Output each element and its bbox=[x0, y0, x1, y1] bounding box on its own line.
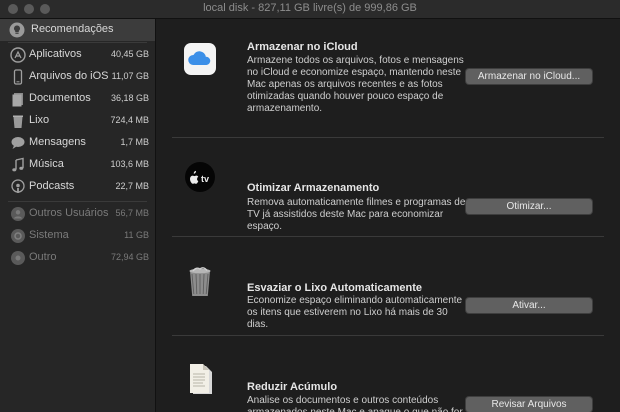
sidebar-item-size: 724,4 MB bbox=[110, 115, 149, 125]
review-files-button[interactable]: Revisar Arquivos bbox=[466, 397, 592, 412]
sidebar-item-system[interactable]: Sistema 11 GB bbox=[0, 225, 155, 247]
recommendations-panel: Armazenar no iCloud Armazene todos os ar… bbox=[156, 19, 620, 412]
sidebar-item-trash[interactable]: Lixo 724,4 MB bbox=[0, 110, 155, 132]
sidebar-item-size: 56,7 MB bbox=[115, 208, 149, 218]
sidebar-item-messages[interactable]: Mensagens 1,7 MB bbox=[0, 132, 155, 154]
recommendation-optimize: tv Otimizar Armazenamento Remova automat… bbox=[172, 138, 604, 236]
sidebar-item-label: Podcasts bbox=[29, 180, 75, 192]
recommendation-reduce-clutter: Reduzir Acúmulo Analise os documentos e … bbox=[172, 336, 604, 412]
sidebar-item-other[interactable]: Outro 72,94 GB bbox=[0, 247, 155, 269]
recommendation-title: Otimizar Armazenamento bbox=[247, 182, 380, 194]
recommendation-icloud: Armazenar no iCloud Armazene todos os ar… bbox=[172, 19, 604, 137]
sidebar-divider bbox=[8, 201, 147, 202]
recommendation-description: Economize espaço eliminando automaticame… bbox=[247, 295, 463, 330]
phone-icon bbox=[13, 69, 23, 85]
sidebar-item-label: Recomendações bbox=[31, 23, 114, 35]
users-icon bbox=[11, 207, 25, 221]
speech-bubble-icon bbox=[11, 137, 25, 149]
sidebar-item-size: 22,7 MB bbox=[115, 181, 149, 191]
sidebar-item-label: Mensagens bbox=[29, 136, 86, 148]
app-store-icon bbox=[10, 47, 26, 63]
document-icon bbox=[12, 93, 23, 107]
store-in-icloud-button[interactable]: Armazenar no iCloud... bbox=[466, 69, 592, 84]
sidebar-item-size: 36,18 GB bbox=[110, 93, 149, 103]
lightbulb-icon bbox=[9, 22, 25, 38]
system-gear-icon bbox=[11, 229, 25, 243]
sidebar-item-music[interactable]: Música 103,6 MB bbox=[0, 154, 155, 176]
music-note-icon bbox=[12, 157, 24, 172]
sidebar-item-recommendations[interactable]: Recomendações bbox=[0, 19, 155, 41]
sidebar-item-ios-files[interactable]: Arquivos do iOS 11,07 GB bbox=[0, 66, 155, 88]
window-title: local disk - 827,11 GB livre(s) de 999,8… bbox=[203, 2, 417, 14]
sidebar-item-label: Outros Usuários bbox=[29, 207, 109, 219]
sidebar-item-label: Música bbox=[29, 158, 64, 170]
full-trash-icon bbox=[189, 267, 211, 296]
sidebar-item-size: 11 GB bbox=[124, 230, 149, 240]
icloud-icon bbox=[184, 43, 216, 75]
sidebar-item-podcasts[interactable]: Podcasts 22,7 MB bbox=[0, 176, 155, 198]
podcast-icon bbox=[11, 179, 25, 193]
sidebar-item-label: Sistema bbox=[29, 229, 69, 241]
trash-icon bbox=[13, 115, 23, 128]
recommendation-title: Armazenar no iCloud bbox=[247, 41, 358, 53]
sidebar-item-label: Aplicativos bbox=[29, 48, 82, 60]
sidebar-item-label: Arquivos do iOS bbox=[29, 70, 109, 82]
storage-management-window: local disk - 827,11 GB livre(s) de 999,8… bbox=[0, 0, 620, 412]
sidebar-divider bbox=[8, 42, 147, 43]
recommendation-title: Esvaziar o Lixo Automaticamente bbox=[247, 282, 423, 294]
other-disk-icon bbox=[11, 251, 25, 265]
activate-button[interactable]: Ativar... bbox=[466, 298, 592, 313]
sidebar: Recomendações Aplicativos 40,45 GB Arqui… bbox=[0, 19, 156, 412]
apple-tv-icon-text: tv bbox=[201, 174, 209, 184]
title-bar: local disk - 827,11 GB livre(s) de 999,8… bbox=[0, 0, 620, 19]
recommendation-empty-trash: Esvaziar o Lixo Automaticamente Economiz… bbox=[172, 237, 604, 335]
sidebar-item-label: Documentos bbox=[29, 92, 91, 104]
sidebar-item-size: 72,94 GB bbox=[110, 252, 149, 262]
sidebar-item-size: 103,6 MB bbox=[110, 159, 149, 169]
sidebar-item-size: 40,45 GB bbox=[110, 49, 149, 59]
recommendation-description: Remova automaticamente filmes e programa… bbox=[247, 197, 466, 232]
sidebar-item-other-users[interactable]: Outros Usuários 56,7 MB bbox=[0, 203, 155, 225]
sidebar-item-size: 1,7 MB bbox=[120, 137, 149, 147]
recommendation-description: Analise os documentos e outros conteúdos… bbox=[247, 395, 463, 412]
sidebar-item-label: Outro bbox=[29, 251, 57, 263]
sidebar-item-applications[interactable]: Aplicativos 40,45 GB bbox=[0, 44, 155, 66]
apple-tv-icon: tv bbox=[185, 162, 215, 192]
documents-stack-icon bbox=[190, 364, 212, 394]
sidebar-item-documents[interactable]: Documentos 36,18 GB bbox=[0, 88, 155, 110]
optimize-button[interactable]: Otimizar... bbox=[466, 199, 592, 214]
recommendation-description: Armazene todos os arquivos, fotos e mens… bbox=[247, 55, 464, 114]
sidebar-item-size: 11,07 GB bbox=[111, 71, 149, 81]
sidebar-item-label: Lixo bbox=[29, 114, 50, 126]
recommendation-title: Reduzir Acúmulo bbox=[247, 381, 338, 393]
